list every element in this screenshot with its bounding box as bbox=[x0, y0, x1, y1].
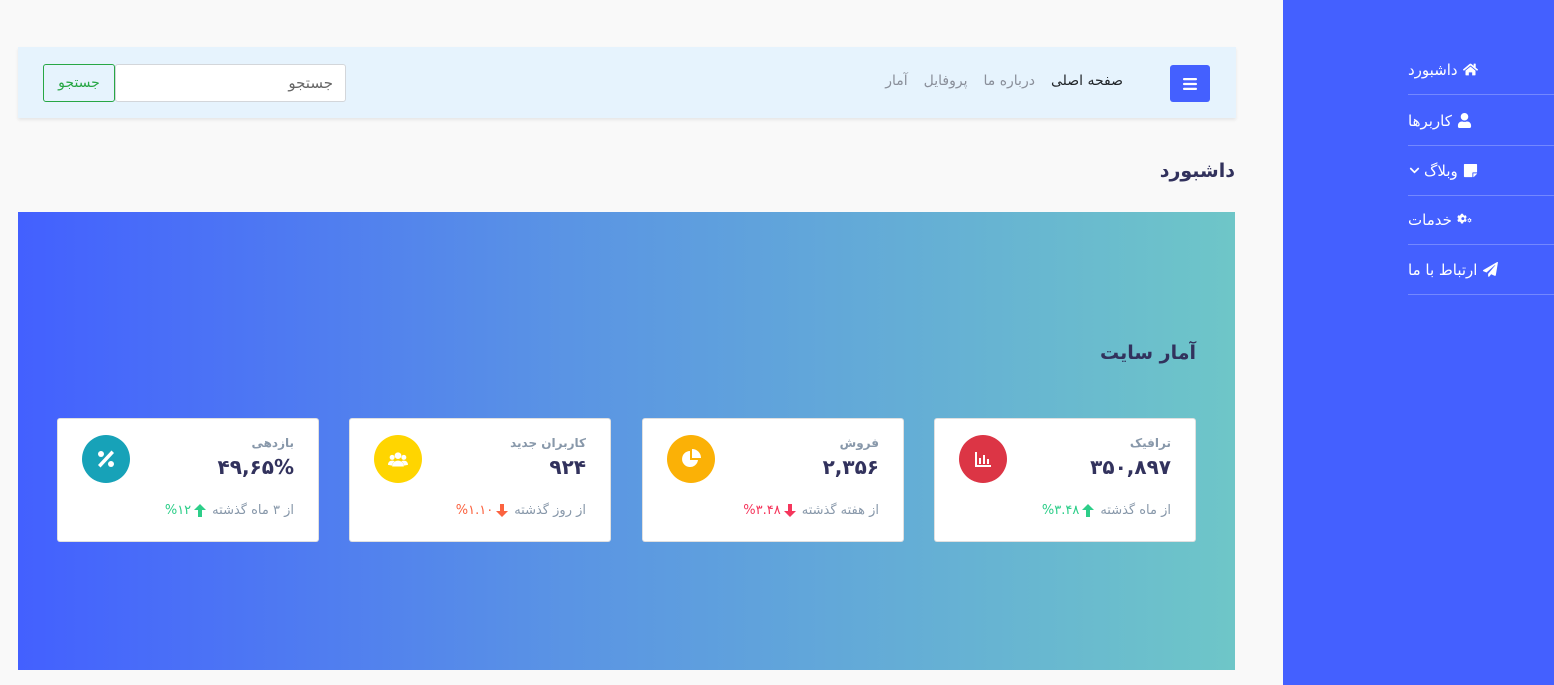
sidebar-item-label: کاربرها bbox=[1408, 111, 1452, 130]
sidebar-item-users[interactable]: کاربرها bbox=[1408, 96, 1554, 146]
sidebar-item-label: وبلاگ bbox=[1424, 161, 1458, 180]
cogs-icon bbox=[1456, 211, 1474, 229]
stat-since: از ماه گذشته bbox=[1100, 503, 1171, 518]
stat-label: بازدهی bbox=[251, 436, 294, 450]
top-navbar: صفحه اصلی درباره ما پروفایل آمار جستجو bbox=[18, 47, 1236, 118]
stat-delta: %۱.۱۰ bbox=[455, 503, 509, 518]
stat-label: فروش bbox=[839, 436, 879, 450]
sidebar: داشبورد کاربرها وبلاگ خدمات ارتباط با ما bbox=[1283, 0, 1554, 685]
stat-since: از ۳ ماه گذشته bbox=[212, 503, 294, 518]
stat-since: از روز گذشته bbox=[514, 503, 586, 518]
stat-delta: %۳.۴۸ bbox=[1041, 503, 1095, 518]
stat-since: از هفته گذشته bbox=[801, 503, 879, 518]
nav-link-home[interactable]: صفحه اصلی bbox=[1051, 73, 1123, 89]
stat-card-new-users: کاربران جدید ۹۲۴ از روز گذشته %۱.۱۰ bbox=[349, 418, 611, 542]
users-icon bbox=[374, 435, 422, 483]
stat-footer: از هفته گذشته %۳.۴۸ bbox=[743, 503, 879, 518]
stat-delta: %۱۲ bbox=[164, 503, 207, 518]
percent-icon bbox=[82, 435, 130, 483]
sidebar-item-blog[interactable]: وبلاگ bbox=[1408, 146, 1554, 196]
nav-link-profile[interactable]: پروفایل bbox=[924, 73, 968, 89]
stat-footer: از روز گذشته %۱.۱۰ bbox=[456, 503, 586, 518]
paper-plane-icon bbox=[1481, 261, 1499, 279]
chart-pie-icon bbox=[667, 435, 715, 483]
arrow-down-icon bbox=[783, 504, 796, 517]
arrow-up-icon bbox=[1082, 504, 1095, 517]
sidebar-item-contact[interactable]: ارتباط با ما bbox=[1408, 245, 1554, 295]
stat-delta-value: %۱.۱۰ bbox=[455, 503, 494, 518]
stat-delta-value: %۱۲ bbox=[164, 503, 192, 518]
stat-value: ۲,۳۵۶ bbox=[822, 455, 879, 479]
stat-delta: %۳.۴۸ bbox=[743, 503, 796, 518]
stat-label: ترافیک bbox=[1129, 436, 1171, 450]
stat-value: ۴۹,۶۵% bbox=[217, 455, 294, 479]
stat-delta-value: %۳.۴۸ bbox=[1041, 503, 1080, 518]
arrow-down-icon bbox=[496, 504, 509, 517]
nav-link-stats[interactable]: آمار bbox=[885, 73, 907, 89]
stat-card-performance: بازدهی ۴۹,۶۵% از ۳ ماه گذشته %۱۲ bbox=[57, 418, 319, 542]
home-icon bbox=[1462, 61, 1480, 79]
sticky-note-icon bbox=[1462, 162, 1480, 180]
search-input[interactable] bbox=[115, 64, 346, 102]
stat-card-sales: فروش ۲,۳۵۶ از هفته گذشته %۳.۴۸ bbox=[642, 418, 904, 542]
sidebar-item-dashboard[interactable]: داشبورد bbox=[1408, 45, 1554, 95]
sidebar-item-label: خدمات bbox=[1408, 210, 1452, 229]
sidebar-item-label: ارتباط با ما bbox=[1408, 260, 1478, 279]
menu-toggle-button[interactable] bbox=[1170, 65, 1210, 102]
stat-value: ۳۵۰,۸۹۷ bbox=[1090, 455, 1171, 479]
stat-footer: از ماه گذشته %۳.۴۸ bbox=[1042, 503, 1171, 518]
arrow-up-icon bbox=[194, 504, 207, 517]
chevron-down-icon[interactable] bbox=[1408, 165, 1420, 177]
search-button[interactable]: جستجو bbox=[43, 64, 115, 102]
page-title: داشبورد bbox=[1159, 160, 1235, 182]
hamburger-icon bbox=[1183, 77, 1197, 90]
sidebar-item-services[interactable]: خدمات bbox=[1408, 195, 1554, 245]
stat-label: کاربران جدید bbox=[510, 436, 586, 450]
user-icon bbox=[1456, 112, 1474, 130]
sidebar-item-label: داشبورد bbox=[1408, 60, 1458, 79]
stat-value: ۹۲۴ bbox=[549, 455, 586, 479]
stats-hero: آمار سایت ترافیک ۳۵۰,۸۹۷ از ماه گذشته %۳… bbox=[18, 212, 1235, 670]
stat-card-traffic: ترافیک ۳۵۰,۸۹۷ از ماه گذشته %۳.۴۸ bbox=[934, 418, 1196, 542]
nav-links: صفحه اصلی درباره ما پروفایل آمار bbox=[885, 73, 1123, 89]
chart-bar-icon bbox=[959, 435, 1007, 483]
stat-footer: از ۳ ماه گذشته %۱۲ bbox=[165, 503, 294, 518]
stats-title: آمار سایت bbox=[1099, 342, 1196, 364]
stat-delta-value: %۳.۴۸ bbox=[743, 503, 781, 518]
nav-link-about[interactable]: درباره ما bbox=[983, 73, 1034, 89]
